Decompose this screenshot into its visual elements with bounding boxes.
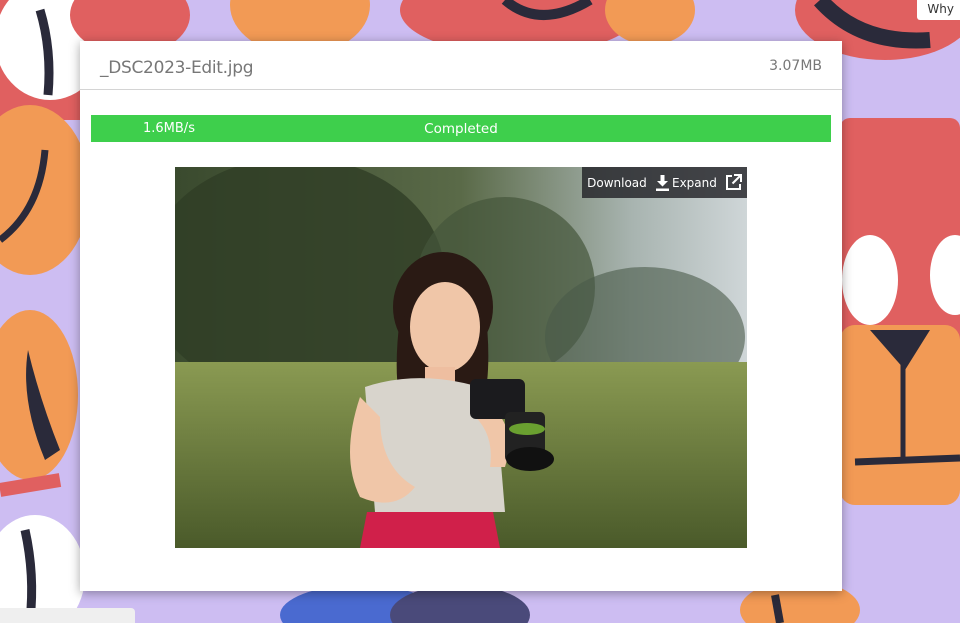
download-button[interactable]: Download	[587, 174, 670, 191]
download-label: Download	[587, 175, 647, 190]
download-icon	[655, 174, 670, 191]
image-preview: Download Expand	[175, 167, 747, 548]
transfer-status: Completed	[424, 121, 498, 137]
expand-button[interactable]: Expand	[672, 174, 742, 191]
expand-label: Expand	[671, 175, 717, 190]
progress-bar: 1.6MB/s Completed	[91, 115, 831, 142]
file-transfer-modal: _DSC2023-Edit.jpg 3.07MB 1.6MB/s Complet…	[80, 41, 842, 591]
corner-tooltip: Why	[917, 0, 960, 20]
modal-header: _DSC2023-Edit.jpg 3.07MB	[80, 41, 842, 90]
file-name: _DSC2023-Edit.jpg	[100, 58, 254, 78]
external-link-icon	[725, 174, 742, 191]
file-size: 3.07MB	[769, 58, 822, 74]
preview-toolbar: Download Expand	[582, 167, 747, 198]
bottom-tab[interactable]	[0, 608, 135, 623]
preview-photo	[175, 167, 747, 548]
